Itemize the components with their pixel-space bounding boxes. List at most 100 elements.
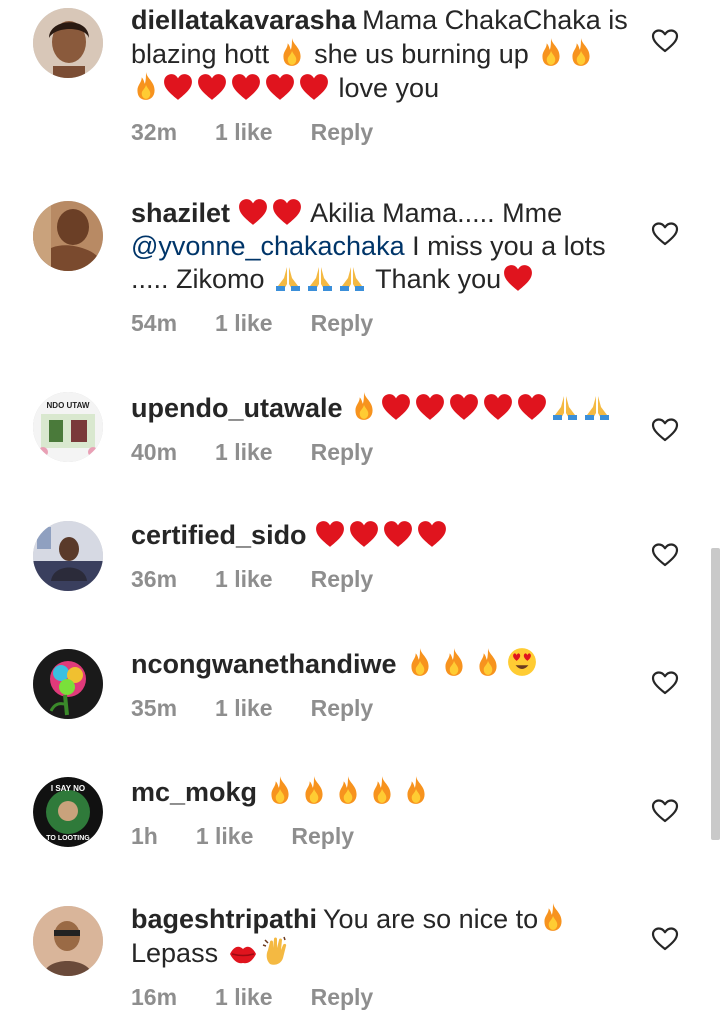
timestamp: 54m	[131, 310, 178, 336]
likes-count[interactable]: 1 like	[215, 984, 273, 1010]
mention-link[interactable]: @yvonne_chakachaka	[131, 231, 405, 261]
fire-emoji	[367, 775, 397, 805]
comment-meta: 54m 1 like Reply	[131, 310, 631, 337]
comment-text: diellatakavarasha Mama ChakaChaka is blaz…	[131, 4, 631, 105]
fire-emoji	[401, 775, 431, 805]
avatar[interactable]	[33, 649, 103, 719]
folded-hands-emoji	[338, 264, 366, 292]
comment-body: diellatakavarasha Mama ChakaChaka is blaz…	[131, 4, 631, 146]
red-heart-emoji	[517, 393, 547, 421]
red-heart-emoji	[503, 264, 533, 292]
reply-button[interactable]: Reply	[311, 119, 374, 145]
like-heart-icon[interactable]	[651, 28, 679, 54]
like-heart-icon[interactable]	[651, 670, 679, 696]
reply-button[interactable]: Reply	[311, 695, 374, 721]
red-heart-emoji	[383, 520, 413, 548]
heart-eyes-emoji	[507, 647, 537, 677]
comment-meta: 1h 1 like Reply	[131, 823, 631, 850]
username-link[interactable]: diellatakavarasha	[131, 5, 356, 35]
likes-count[interactable]: 1 like	[215, 695, 273, 721]
avatar[interactable]: I SAY NO TO LOOTING	[33, 777, 103, 847]
avatar[interactable]	[33, 201, 103, 271]
comment-body: certified_sido 36m 1 like Reply	[131, 519, 631, 593]
avatar[interactable]	[33, 8, 103, 78]
timestamp: 40m	[131, 439, 178, 465]
avatar[interactable]	[33, 521, 103, 591]
comment-meta: 32m 1 like Reply	[131, 119, 631, 146]
fire-emoji	[568, 37, 594, 67]
comments-list: diellatakavarasha Mama ChakaChaka is blaz…	[0, 0, 720, 1010]
red-heart-emoji	[417, 520, 447, 548]
likes-count[interactable]: 1 like	[215, 119, 273, 145]
red-heart-emoji	[381, 393, 411, 421]
comment-text-part: Akilia Mama..... Mme	[310, 198, 563, 228]
comment-body: upendo_utawale 40m 1 like Reply	[131, 391, 631, 466]
comment-text: upendo_utawale	[131, 391, 631, 425]
comment-body: ncongwanethandiwe 35m 1 like Reply	[131, 647, 631, 722]
username-link[interactable]: bageshtripathi	[131, 904, 317, 934]
avatar[interactable]: NDO UTAW	[33, 392, 103, 462]
like-heart-icon[interactable]	[651, 221, 679, 247]
red-heart-emoji	[272, 198, 302, 226]
avatar-caption: TO LOOTING	[46, 835, 90, 842]
comment-body: mc_mokg 1h 1 like Reply	[131, 775, 631, 850]
folded-hands-emoji	[551, 393, 579, 421]
kiss-mark-emoji	[228, 942, 258, 966]
red-heart-emoji	[197, 73, 227, 101]
red-heart-emoji	[231, 73, 261, 101]
username-link[interactable]: ncongwanethandiwe	[131, 649, 397, 679]
likes-count[interactable]: 1 like	[215, 439, 273, 465]
red-heart-emoji	[349, 520, 379, 548]
comment-meta: 35m 1 like Reply	[131, 695, 631, 722]
comment-meta: 16m 1 like Reply	[131, 984, 631, 1011]
red-heart-emoji	[315, 520, 345, 548]
reply-button[interactable]: Reply	[291, 823, 354, 849]
comment-text-part: Thank you	[375, 264, 502, 294]
comment-text: mc_mokg	[131, 775, 631, 809]
timestamp: 36m	[131, 566, 178, 592]
like-heart-icon[interactable]	[651, 542, 679, 568]
likes-count[interactable]: 1 like	[215, 566, 273, 592]
fire-emoji	[351, 391, 377, 421]
folded-hands-emoji	[583, 393, 611, 421]
reply-button[interactable]: Reply	[311, 984, 374, 1010]
reply-button[interactable]: Reply	[311, 310, 374, 336]
username-link[interactable]: upendo_utawale	[131, 393, 343, 423]
fire-emoji	[405, 647, 435, 677]
red-heart-emoji	[238, 198, 268, 226]
folded-hands-emoji	[306, 264, 334, 292]
red-heart-emoji	[299, 73, 329, 101]
username-link[interactable]: mc_mokg	[131, 777, 257, 807]
avatar-caption: I SAY NO	[51, 784, 85, 793]
timestamp: 35m	[131, 695, 178, 721]
red-heart-emoji	[265, 73, 295, 101]
comment-body: shazilet Akilia Mama..... Mme @yvonne_ch…	[131, 197, 631, 337]
fire-emoji	[133, 71, 159, 101]
comment-text: ncongwanethandiwe	[131, 647, 631, 681]
fire-emoji	[265, 775, 295, 805]
timestamp: 32m	[131, 119, 178, 145]
username-link[interactable]: certified_sido	[131, 520, 307, 550]
avatar[interactable]	[33, 906, 103, 976]
likes-count[interactable]: 1 like	[196, 823, 254, 849]
comment-text: bageshtripathi You are so nice to Lepass	[131, 902, 631, 970]
reply-button[interactable]: Reply	[311, 439, 374, 465]
timestamp: 1h	[131, 823, 158, 849]
comment-meta: 36m 1 like Reply	[131, 566, 631, 593]
avatar-caption: NDO UTAW	[47, 401, 90, 410]
comment-text: shazilet Akilia Mama..... Mme @yvonne_ch…	[131, 197, 631, 296]
likes-count[interactable]: 1 like	[215, 310, 273, 336]
comment-text: certified_sido	[131, 519, 631, 552]
comment-text-part: she us burning up	[314, 39, 529, 69]
username-link[interactable]: shazilet	[131, 198, 230, 228]
fire-emoji	[439, 647, 469, 677]
like-heart-icon[interactable]	[651, 798, 679, 824]
reply-button[interactable]: Reply	[311, 566, 374, 592]
comment-text-part: Lepass	[131, 938, 219, 968]
fire-emoji	[540, 902, 566, 932]
like-heart-icon[interactable]	[651, 417, 679, 443]
scrollbar[interactable]	[711, 548, 720, 840]
red-heart-emoji	[163, 73, 193, 101]
like-heart-icon[interactable]	[651, 926, 679, 952]
red-heart-emoji	[415, 393, 445, 421]
